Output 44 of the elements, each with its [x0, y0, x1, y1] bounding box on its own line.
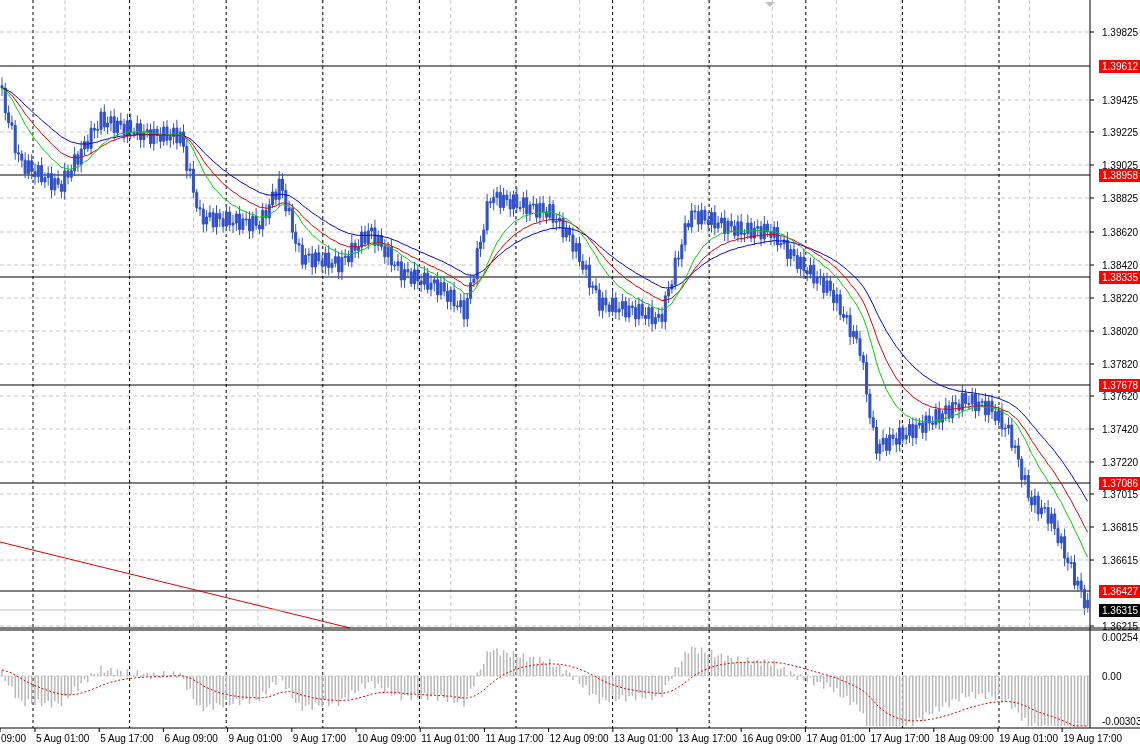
time-tick-label: 19 Aug 17:00: [1063, 733, 1123, 744]
time-tick-label: 09:00: [1, 733, 27, 744]
time-tick-label: 9 Aug 17:00: [292, 733, 347, 744]
price-tick-label: 1.38620: [1102, 227, 1139, 238]
time-tick-label: 16 Aug 09:00: [742, 733, 802, 744]
time-tick-label: 10 Aug 09:00: [357, 733, 416, 744]
time-tick-label: 5 Aug 01:00: [36, 733, 90, 744]
price-tick-label: 1.36815: [1102, 522, 1139, 533]
price-tick-label: 1.38825: [1102, 193, 1139, 204]
time-tick-label: 17 Aug 01:00: [806, 733, 866, 744]
time-tick-label: 18 Aug 09:00: [934, 733, 994, 744]
indicator-tick-label: 0.00: [1102, 671, 1122, 682]
price-level-label: 1.39612: [1099, 60, 1140, 73]
price-level-label: 1.37086: [1099, 477, 1140, 490]
time-tick-label: 9 Aug 01:00: [228, 733, 282, 744]
time-tick-label: 13 Aug 01:00: [613, 733, 673, 744]
price-tick-label: 1.38020: [1102, 326, 1139, 337]
price-tick-label: 1.37015: [1102, 489, 1139, 500]
price-level-label: 1.38958: [1099, 169, 1140, 182]
price-level-label: 1.38335: [1099, 271, 1140, 284]
time-tick-label: 17 Aug 17:00: [870, 733, 930, 744]
time-tick-label: 11 Aug 17:00: [485, 733, 544, 744]
time-tick-label: 5 Aug 17:00: [100, 733, 154, 744]
price-tick-label: 1.39825: [1102, 27, 1139, 38]
time-tick-label: 6 Aug 09:00: [164, 733, 218, 744]
price-tick-label: 1.38220: [1102, 293, 1139, 304]
price-tick-label: 1.37620: [1102, 391, 1139, 402]
time-tick-label: 11 Aug 01:00: [421, 733, 480, 744]
price-level-label: 1.37678: [1099, 379, 1140, 392]
price-tick-label: 1.36615: [1102, 555, 1139, 566]
current-price-label: 1.36315: [1099, 604, 1140, 617]
price-level-label: 1.36427: [1099, 585, 1140, 598]
price-tick-label: 1.39025: [1102, 160, 1139, 171]
time-tick-label: 12 Aug 09:00: [549, 733, 609, 744]
price-tick-label: 1.37220: [1102, 457, 1139, 468]
price-tick-label: 1.39425: [1102, 95, 1139, 106]
price-tick-label: 1.36215: [1102, 621, 1139, 632]
time-tick-label: 19 Aug 01:00: [999, 733, 1058, 744]
price-tick-label: 1.37820: [1102, 359, 1139, 370]
price-tick-label: 1.39225: [1102, 127, 1139, 138]
indicator-tick-label: 0.00254: [1102, 632, 1139, 643]
price-tick-label: 1.37420: [1102, 424, 1139, 435]
time-tick-label: 13 Aug 17:00: [678, 733, 737, 744]
price-tick-label: 1.38420: [1102, 260, 1139, 271]
